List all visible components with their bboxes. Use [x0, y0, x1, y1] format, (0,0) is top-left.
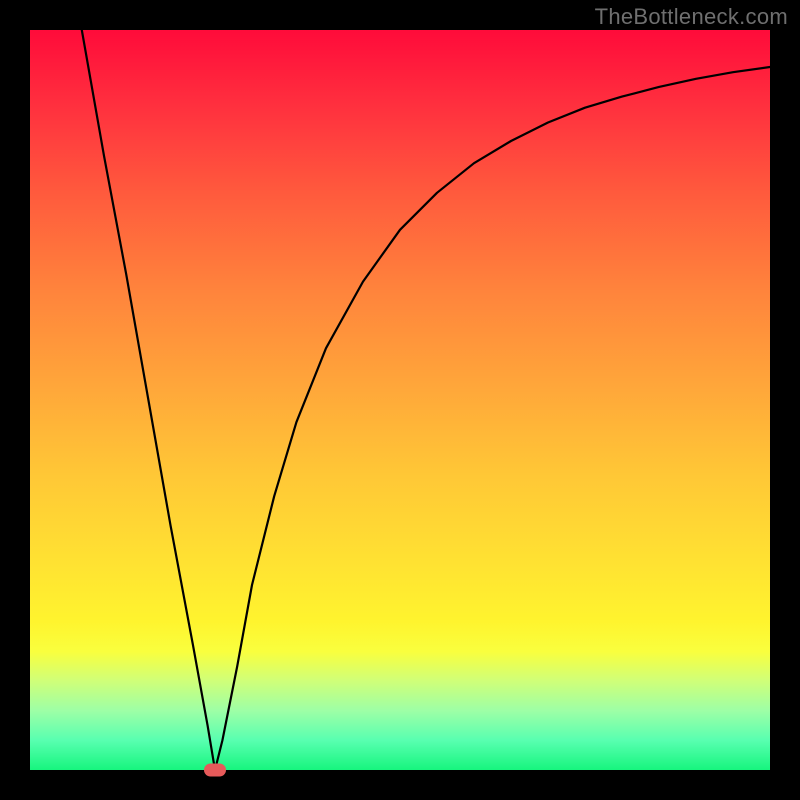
plot-area	[30, 30, 770, 770]
minimum-marker	[204, 764, 226, 777]
bottleneck-curve	[30, 30, 770, 770]
chart-frame: TheBottleneck.com	[0, 0, 800, 800]
watermark-text: TheBottleneck.com	[595, 4, 788, 30]
